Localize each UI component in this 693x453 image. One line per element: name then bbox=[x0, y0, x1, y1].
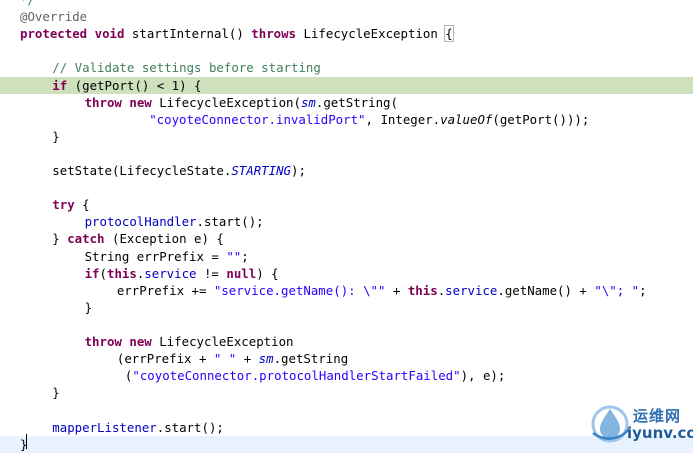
code-line[interactable]: setState(LifecycleState.STARTING); bbox=[0, 162, 693, 179]
code-token: + bbox=[236, 351, 259, 367]
code-token: "coyoteConnector.invalidPort" bbox=[149, 111, 366, 127]
code-token: .getName() + bbox=[497, 282, 595, 298]
code-line[interactable]: errPrefix += "service.getName(): \"" + t… bbox=[0, 282, 693, 299]
code-line[interactable]: } bbox=[0, 128, 693, 145]
code-token: , Integer. bbox=[365, 111, 441, 127]
code-token: throws bbox=[251, 26, 297, 42]
code-token: startInternal() bbox=[124, 26, 252, 42]
code-token: (getPort())); bbox=[492, 111, 590, 127]
code-token: throw bbox=[84, 334, 122, 349]
code-line[interactable]: } catch (Exception e) { bbox=[0, 230, 693, 247]
code-token: LifecycleException bbox=[296, 26, 446, 42]
code-token: (getPort() < 1) { bbox=[67, 77, 202, 93]
watermark-url: iyunv.com bbox=[627, 424, 693, 442]
code-line[interactable]: (errPrefix + " " + sm.getString bbox=[0, 350, 693, 367]
code-line[interactable]: @Override bbox=[0, 8, 693, 25]
code-line[interactable]: ("coyoteConnector.protocolHandlerStartFa… bbox=[0, 367, 693, 384]
code-token: service bbox=[144, 265, 197, 281]
code-token: ; bbox=[639, 282, 647, 298]
code-token: this bbox=[407, 282, 438, 298]
code-token: .getString( bbox=[315, 94, 398, 110]
code-token: new bbox=[129, 94, 152, 110]
code-token: service bbox=[445, 282, 498, 298]
text-caret bbox=[26, 434, 27, 449]
code-token: ), e); bbox=[460, 368, 506, 384]
code-token: .start(); bbox=[156, 419, 224, 435]
code-token: mapperListener bbox=[52, 419, 157, 435]
code-token: throw bbox=[84, 94, 122, 110]
code-token: " " bbox=[213, 351, 237, 367]
code-token: */ bbox=[20, 0, 35, 7]
code-token: String errPrefix = bbox=[84, 248, 227, 264]
code-token: "" bbox=[226, 248, 242, 264]
code-token: sm bbox=[258, 351, 274, 367]
code-token: STARTING bbox=[231, 163, 292, 178]
watermark: 运维网 iyunv.com bbox=[585, 397, 693, 450]
code-token: } bbox=[52, 385, 60, 401]
code-line[interactable] bbox=[0, 145, 693, 162]
code-token: ; bbox=[241, 248, 249, 264]
code-token: LifecycleException( bbox=[151, 94, 301, 110]
code-line[interactable] bbox=[0, 316, 693, 333]
code-token: LifecycleException bbox=[151, 334, 294, 349]
code-line[interactable]: if (getPort() < 1) { bbox=[0, 76, 693, 94]
code-token: } bbox=[52, 128, 60, 144]
code-token: this bbox=[106, 265, 137, 281]
code-line[interactable]: // Validate settings before starting bbox=[0, 59, 693, 76]
code-token: if bbox=[52, 77, 68, 93]
code-token: { bbox=[444, 25, 454, 43]
code-token: } bbox=[84, 299, 93, 315]
code-token: "\"; " bbox=[594, 282, 640, 298]
code-line[interactable]: if(this.service != null) { bbox=[0, 265, 693, 282]
code-token: @Override bbox=[20, 9, 88, 25]
code-token: protocolHandler bbox=[84, 214, 197, 230]
code-token: != bbox=[196, 265, 227, 281]
code-token: valueOf bbox=[440, 111, 493, 127]
code-token: void bbox=[94, 26, 125, 42]
code-token: (errPrefix + bbox=[116, 351, 214, 367]
code-token: try bbox=[52, 197, 75, 213]
code-line[interactable]: protocolHandler.start(); bbox=[0, 213, 693, 230]
code-line[interactable]: try { bbox=[0, 196, 693, 213]
code-token: .start(); bbox=[196, 214, 264, 230]
code-token: "coyoteConnector.protocolHandlerStartFai… bbox=[132, 368, 461, 384]
code-token: "service.getName(): \"" bbox=[213, 282, 386, 298]
code-line[interactable] bbox=[0, 42, 693, 59]
code-token: } bbox=[52, 231, 68, 247]
code-line[interactable]: } bbox=[0, 299, 693, 316]
code-token: sm bbox=[300, 94, 316, 110]
code-token: // Validate settings before starting bbox=[52, 60, 321, 76]
code-token: catch bbox=[67, 231, 105, 247]
code-token: { bbox=[74, 197, 90, 213]
code-token: ( bbox=[99, 265, 107, 281]
code-token: new bbox=[129, 334, 152, 349]
code-line[interactable]: protected void startInternal() throws Li… bbox=[0, 25, 693, 43]
code-token: null bbox=[226, 265, 257, 281]
code-line[interactable]: throw new LifecycleException bbox=[0, 333, 693, 350]
code-token: errPrefix += bbox=[116, 282, 214, 298]
code-token: .getString bbox=[273, 351, 349, 367]
code-token: if bbox=[84, 265, 100, 281]
code-line[interactable]: "coyoteConnector.invalidPort", Integer.v… bbox=[0, 111, 693, 128]
code-line[interactable]: throw new LifecycleException(sm.getStrin… bbox=[0, 94, 693, 111]
code-token: protected bbox=[20, 26, 88, 42]
code-token: (Exception e) { bbox=[104, 231, 224, 247]
code-editor[interactable]: */ @Overrideprotected void startInternal(… bbox=[0, 0, 693, 453]
code-line[interactable] bbox=[0, 179, 693, 196]
code-token: ); bbox=[291, 163, 306, 178]
code-line[interactable]: String errPrefix = ""; bbox=[0, 248, 693, 265]
code-line[interactable]: */ bbox=[0, 0, 693, 8]
code-token: ) { bbox=[256, 265, 279, 281]
watermark-text: 运维网 bbox=[633, 407, 682, 425]
code-token: setState(LifecycleState. bbox=[52, 163, 232, 178]
code-token: + bbox=[385, 282, 408, 298]
